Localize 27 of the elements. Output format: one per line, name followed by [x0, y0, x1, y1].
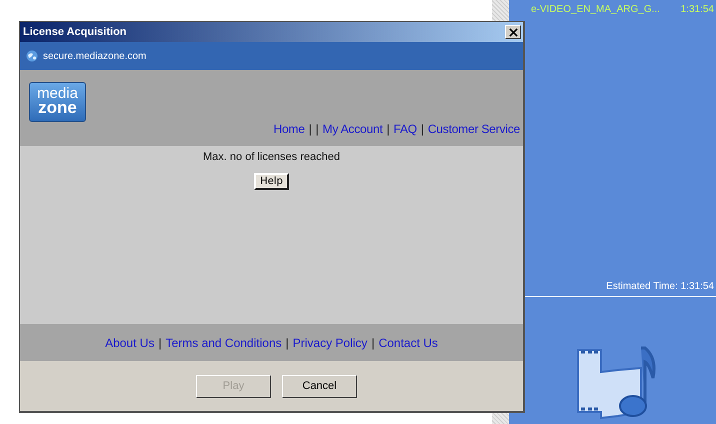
- separator: |: [316, 122, 319, 136]
- separator: |: [158, 336, 162, 350]
- footer-link[interactable]: Privacy Policy: [292, 336, 368, 350]
- close-icon: [508, 28, 518, 36]
- separator: |: [386, 122, 390, 136]
- close-button[interactable]: [505, 25, 521, 39]
- address-text: secure.mediazone.com: [43, 50, 146, 62]
- footer-link[interactable]: Terms and Conditions: [166, 336, 282, 350]
- dialog-button[interactable]: Cancel: [282, 374, 357, 398]
- separator: |: [420, 122, 424, 136]
- separator: |: [308, 122, 312, 136]
- file-name: e-VIDEO_EN_MA_ARG_G...: [531, 4, 660, 15]
- nav-link[interactable]: Home: [273, 122, 305, 136]
- separator: |: [286, 336, 289, 350]
- file-time: 1:31:54: [680, 4, 714, 15]
- footer-link[interactable]: Contact Us: [378, 336, 438, 350]
- status-message: Max. no of licenses reached: [203, 151, 340, 163]
- estimated-time: Estimated Time: 1:31:54: [606, 281, 714, 294]
- globe-icon: [26, 50, 38, 62]
- nav-link[interactable]: Customer Service: [428, 122, 520, 136]
- mediazone-logo: media zone: [29, 82, 86, 122]
- footer-link[interactable]: About Us: [105, 336, 154, 350]
- nav-link[interactable]: FAQ: [394, 122, 417, 136]
- nav-link[interactable]: My Account: [322, 122, 383, 136]
- window-title: License Acquisition: [23, 26, 127, 38]
- help-button[interactable]: Help: [254, 173, 289, 190]
- separator: |: [371, 336, 375, 350]
